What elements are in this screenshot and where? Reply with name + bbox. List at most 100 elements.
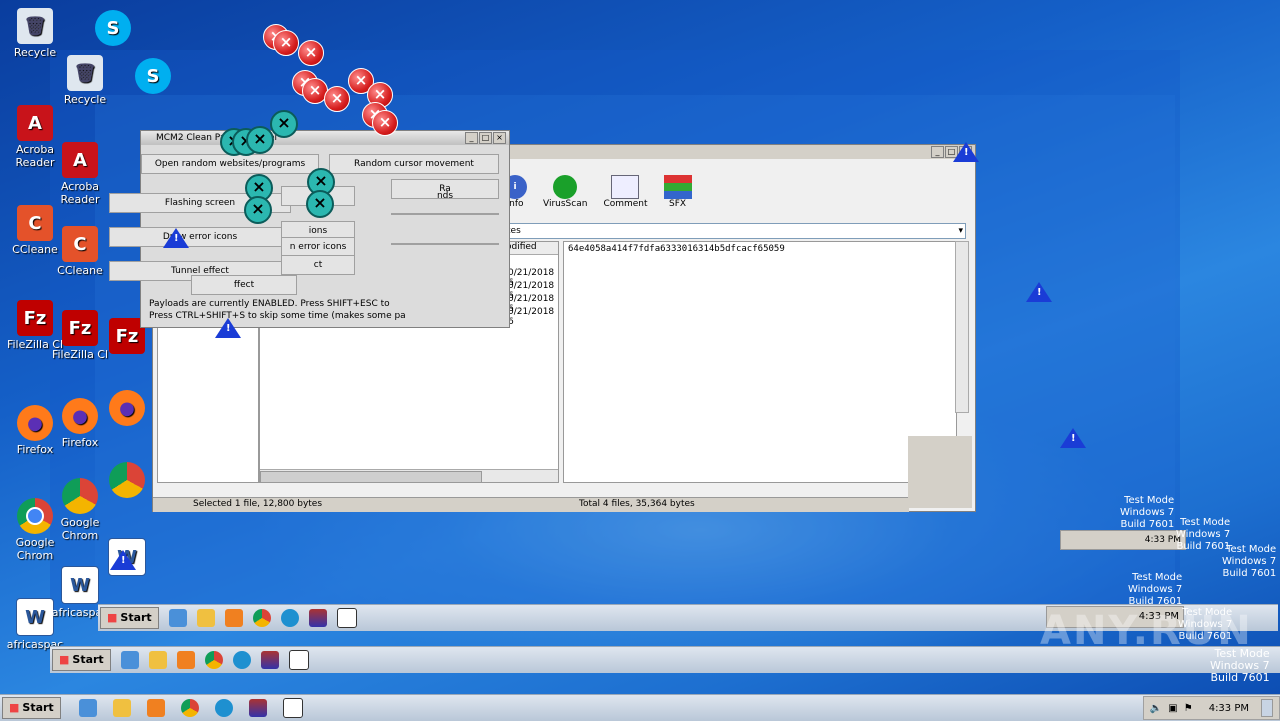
minimize-button[interactable]: _ — [465, 132, 478, 144]
folder-icon — [196, 609, 215, 627]
warning-icon: ! — [1060, 428, 1086, 448]
ghost-icon-recycle: 🗑 Recycle — [50, 55, 120, 106]
vertical-scrollbar[interactable] — [955, 241, 969, 413]
media-player-icon[interactable] — [146, 699, 165, 717]
acrobat-icon: A — [62, 142, 98, 178]
horizontal-scrollbar[interactable] — [260, 469, 558, 483]
system-tray: 🔈 ▣ ⚑ 4:33 PM — [1142, 696, 1280, 720]
ghost-start-button: ■ Start — [100, 607, 159, 629]
close-circle-icon: × — [244, 196, 272, 224]
test-mode-watermark: Test Mode Windows 7 Build 7601 — [1128, 572, 1183, 607]
minimize-button[interactable]: _ — [931, 146, 944, 158]
recycle-bin-icon: 🗑 — [67, 55, 103, 91]
sfx-icon — [663, 175, 692, 199]
warning-icon: ! — [110, 550, 136, 570]
chevron-down-icon[interactable]: ▾ — [958, 224, 963, 238]
chrome-icon — [109, 462, 145, 498]
status-line: Payloads are currently ENABLED. Press SH… — [149, 299, 390, 309]
ghost-icon-skype: S — [118, 58, 188, 96]
network-icon[interactable]: ▣ — [1168, 703, 1177, 714]
hash-text: 64e4058a414f7fdfa6333016314b5dfcacf65059 — [568, 244, 785, 254]
ghost-tray: 4:33 PM — [1060, 530, 1186, 550]
warning-icon: ! — [163, 228, 189, 248]
clock[interactable]: 4:33 PM — [1209, 703, 1249, 714]
ghost-button: n error icons — [281, 237, 355, 257]
chrome-icon — [204, 651, 223, 669]
ghost-start-button: ■ Start — [52, 649, 111, 671]
anyrun-watermark: ANY.RUN — [1040, 608, 1253, 654]
close-circle-icon: × — [306, 190, 334, 218]
test-mode-watermark: Test Mode Windows 7 Build 7601 — [1120, 495, 1175, 530]
toolbar-comment[interactable]: Comment — [603, 175, 648, 209]
path-field[interactable]: tes ▾ — [503, 223, 966, 239]
ghost-button — [391, 243, 499, 245]
warning-icon: ! — [953, 142, 979, 162]
folder-icon[interactable] — [112, 699, 131, 717]
status-total: Total 4 files, 35,364 bytes — [579, 499, 695, 509]
archiver-ghost-strip — [908, 436, 972, 508]
mcm2-window[interactable]: MCM2 Clean Payload Panel _ □ × Open rand… — [109, 130, 510, 328]
draw-error-icons-button[interactable]: Draw error icons — [109, 227, 291, 247]
start-button[interactable]: ■ Start — [2, 697, 61, 719]
windows-logo-icon: ■ — [107, 611, 118, 624]
status-selected: Selected 1 file, 12,800 bytes — [193, 499, 323, 509]
random-cursor-movement-button[interactable]: Random cursor movement — [329, 154, 499, 174]
error-icon: × — [273, 30, 299, 56]
show-desktop-button[interactable] — [1261, 699, 1273, 717]
flag-icon[interactable]: ⚑ — [1184, 703, 1193, 714]
edge-icon — [232, 651, 251, 669]
warning-icon: ! — [1026, 282, 1052, 302]
edge-icon — [280, 609, 299, 627]
close-circle-icon: × — [270, 110, 298, 138]
winrar-icon[interactable] — [248, 699, 267, 717]
skype-icon: S — [135, 58, 171, 94]
table-row[interactable]: 0/21/2018 6 — [508, 307, 558, 327]
ccleaner-icon: C — [62, 226, 98, 262]
open-random-websites-button[interactable]: Open random websites/programs — [141, 154, 319, 174]
media-player-icon — [224, 609, 243, 627]
ghost-button — [391, 213, 499, 215]
info-pane: 64e4058a414f7fdfa6333016314b5dfcacf65059 — [563, 241, 957, 483]
ghost-icon-acrobat: A Acroba Reader — [45, 142, 115, 206]
toolbar-sfx[interactable]: SFX — [663, 175, 692, 209]
firefox-icon: ● — [109, 390, 145, 426]
ghost-icon-ccleaner: C CCleane — [45, 226, 115, 277]
desktop-icon-recycle[interactable]: 🗑 Recycle — [0, 8, 70, 59]
comment-icon — [611, 175, 640, 199]
explorer-icon — [168, 609, 187, 627]
explorer-icon[interactable] — [78, 699, 97, 717]
winrar-icon — [260, 651, 279, 669]
desktop-icon-skype[interactable]: S — [78, 10, 148, 48]
chrome-icon[interactable] — [180, 699, 199, 717]
explorer-icon — [120, 651, 139, 669]
chrome-icon — [252, 609, 271, 627]
maximize-button[interactable]: □ — [479, 132, 492, 144]
ghost-button: ffect — [191, 275, 297, 295]
toolbar-virusscan[interactable]: VirusScan — [543, 175, 587, 209]
edge-icon[interactable] — [214, 699, 233, 717]
close-button[interactable]: × — [493, 132, 506, 144]
taskbar: ■ Start 🔈 ▣ ⚑ 4:33 PM — [0, 694, 1280, 721]
status-line: Press CTRL+SHIFT+S to skip some time (ma… — [149, 311, 406, 321]
app-icon — [336, 608, 357, 628]
app-icon — [288, 650, 309, 670]
close-circle-icon: × — [246, 126, 274, 154]
folder-icon — [148, 651, 167, 669]
speaker-icon[interactable]: 🔈 — [1150, 703, 1162, 714]
app-icon[interactable] — [282, 698, 303, 718]
ghost-button: nds — [436, 191, 454, 201]
status-bar: Selected 1 file, 12,800 bytes Total 4 fi… — [153, 497, 909, 512]
error-icon: × — [372, 110, 398, 136]
acrobat-icon: A — [17, 105, 53, 141]
recycle-bin-icon: 🗑 — [17, 8, 53, 44]
error-icon: × — [324, 86, 350, 112]
windows-logo-icon: ■ — [59, 653, 70, 666]
archiver-toolbar: i Info VirusScan Comment SFX — [503, 175, 692, 209]
mcm2-titlebar[interactable]: MCM2 Clean Payload Panel _ □ × — [141, 131, 509, 145]
windows-logo-icon: ■ — [9, 701, 20, 714]
media-player-icon — [176, 651, 195, 669]
skype-icon: S — [95, 10, 131, 46]
column-header-modified[interactable]: odified — [506, 242, 558, 255]
test-mode-watermark: Test Mode Windows 7 Build 7601 — [1222, 544, 1277, 579]
warning-icon: ! — [215, 318, 241, 338]
